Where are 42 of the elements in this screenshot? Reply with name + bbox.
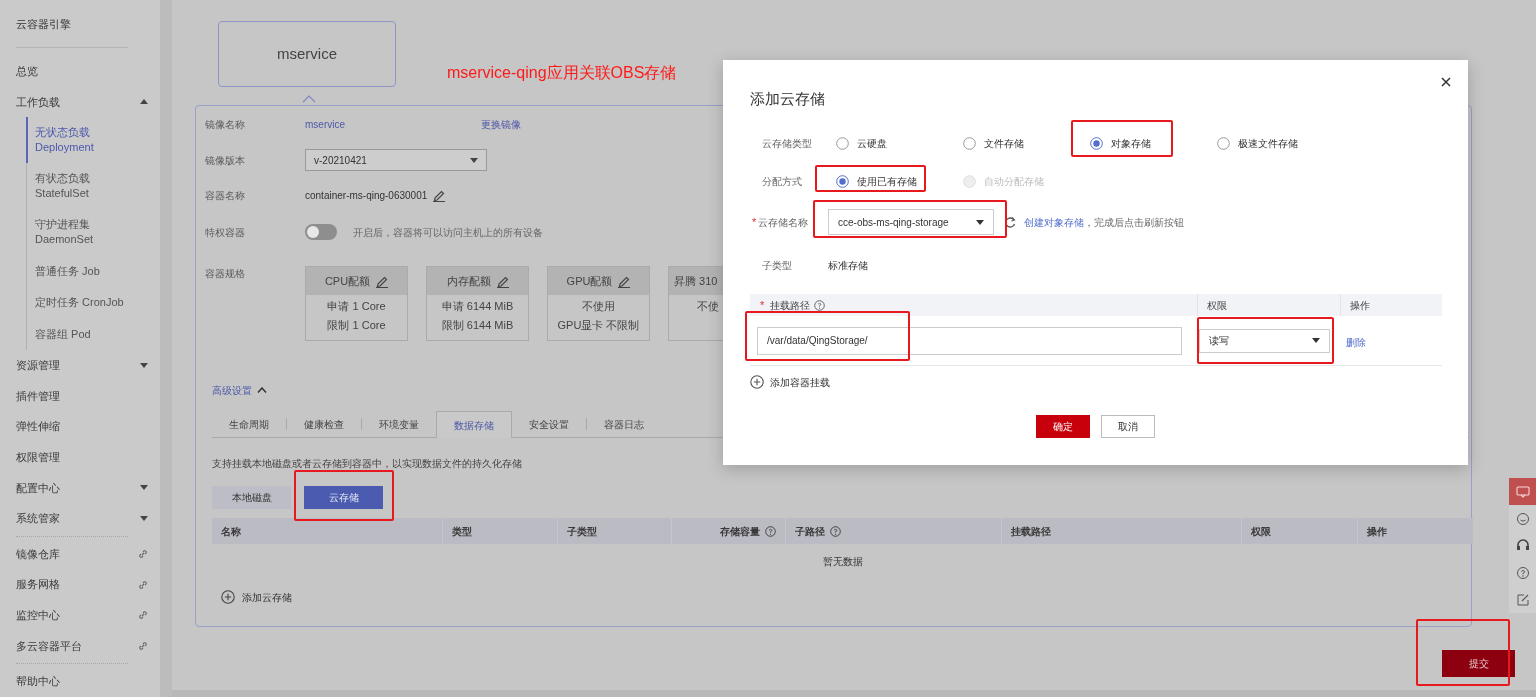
- column-header: 子路径: [795, 524, 825, 539]
- empty-text: 暂无数据: [822, 555, 863, 569]
- column-header: 存储容量: [720, 524, 760, 539]
- required-mark: *: [752, 214, 757, 230]
- sidebar-title: 云容器引擎: [16, 17, 72, 32]
- column-header: 子类型: [567, 524, 597, 539]
- field-label: 子类型: [762, 258, 792, 273]
- field-label: 镜像名称: [205, 117, 246, 132]
- field-label: 云存储类型: [762, 136, 812, 151]
- spec-value: 不使: [697, 299, 720, 314]
- dialog-title: 添加云存储: [750, 89, 826, 109]
- column-header: 权限: [1251, 524, 1271, 539]
- column-header: 操作: [1367, 524, 1387, 539]
- card-title: 内存配额: [446, 273, 491, 289]
- description-text: 支持挂载本地磁盘或者云存储到容器中，以实现数据文件的持久化存储: [212, 457, 523, 471]
- column-header: 操作: [1350, 298, 1370, 313]
- spec-value: 限制 6144 MiB: [441, 318, 514, 333]
- field-label: 分配方式: [762, 174, 802, 189]
- column-header: 挂载路径: [1011, 524, 1051, 539]
- column-header: 权限: [1207, 298, 1227, 313]
- field-value: 标准存储: [828, 258, 868, 273]
- field-label: 特权容器: [205, 225, 246, 240]
- column-header: 类型: [452, 524, 472, 539]
- spec-value: GPU显卡 不限制: [557, 318, 640, 333]
- required-mark: *: [760, 297, 765, 313]
- spec-value: 限制 1 Core: [327, 318, 386, 333]
- column-header: 挂载路径: [770, 298, 811, 313]
- column-header: 名称: [221, 524, 241, 539]
- hint-text: ，完成后点击刷新按钮: [1084, 215, 1184, 230]
- hint-text: 开启后，容器将可以访问主机上的所有设备: [353, 225, 543, 240]
- field-label: 云存储名称: [758, 215, 809, 230]
- card-title: 昇腾 310: [674, 273, 718, 289]
- field-value: container-ms-qing-0630001: [305, 188, 428, 203]
- field-label: 镜像版本: [205, 153, 246, 168]
- annotation-text: mservice-qing应用关联OBS存储: [447, 63, 677, 83]
- field-label: 容器规格: [205, 267, 246, 281]
- card-title: CPU配额: [324, 273, 371, 289]
- field-label: 容器名称: [205, 188, 246, 203]
- card-title: GPU配额: [566, 273, 613, 289]
- spec-value: 申请 6144 MiB: [441, 299, 514, 314]
- spec-value: 申请 1 Core: [327, 299, 386, 314]
- spec-value: 不使用: [582, 299, 615, 314]
